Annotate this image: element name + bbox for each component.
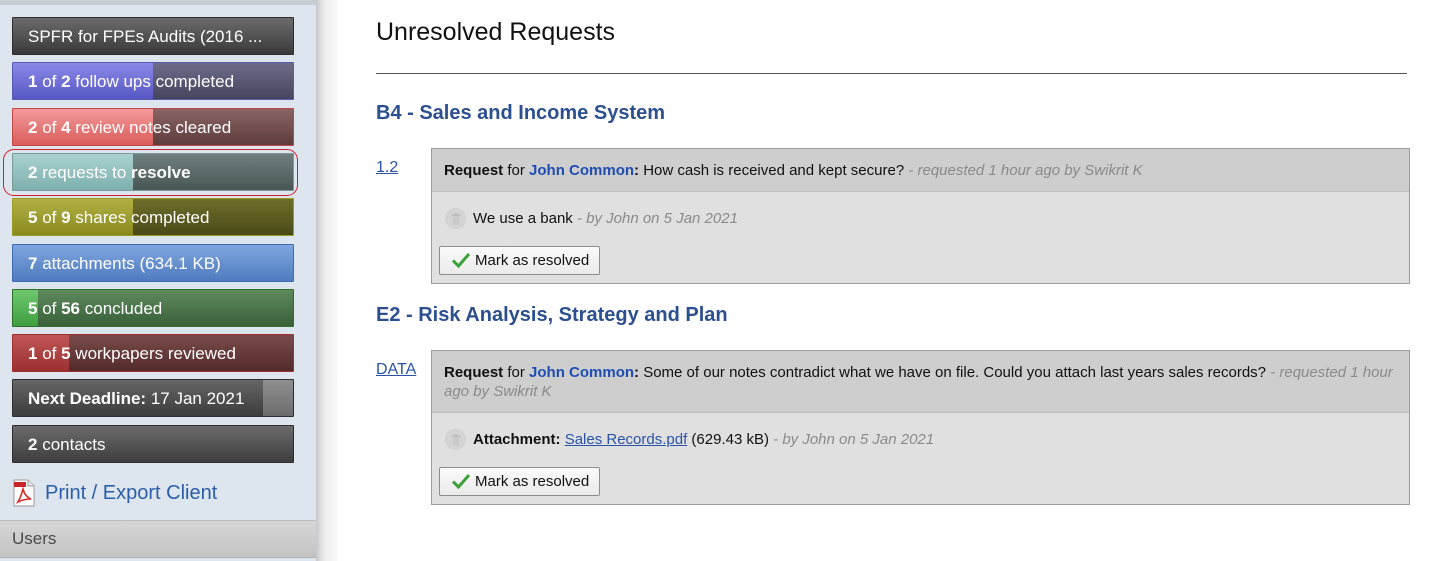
request-card: Request for John Common: How cash is rec… <box>431 148 1410 284</box>
request-for: for <box>503 364 530 381</box>
contacts-stat[interactable]: 2 contacts <box>12 425 294 463</box>
request-meta: - requested 1 hour ago by Swikrit K <box>904 162 1143 179</box>
sidebar-splitter[interactable] <box>317 0 337 561</box>
requests-to-resolve-stat[interactable]: 2 requests to resolve <box>12 153 294 191</box>
page-title: Unresolved Requests <box>376 18 616 46</box>
workpapers-stat[interactable]: 1 of 5 workpapers reviewed <box>12 334 294 372</box>
review-notes-label: 2 of 4 review notes cleared <box>28 118 232 137</box>
trash-icon <box>451 213 461 225</box>
attachment-file-link[interactable]: Sales Records.pdf <box>565 431 688 448</box>
requested-user-link[interactable]: John Common <box>529 162 634 179</box>
attachment-size: (629.43 kB) <box>687 431 769 448</box>
mark-as-resolved-label: Mark as resolved <box>475 252 590 269</box>
section-heading-e2: E2 - Risk Analysis, Strategy and Plan <box>376 304 728 326</box>
request-header: Request for John Common: How cash is rec… <box>432 149 1409 192</box>
delete-attachment-button[interactable] <box>445 429 466 450</box>
request-header: Request for John Common: Some of our not… <box>432 351 1409 413</box>
delete-reply-button[interactable] <box>445 208 466 229</box>
requests-label: 2 requests to resolve <box>28 163 191 182</box>
request-text: How cash is received and kept secure? <box>639 162 905 179</box>
print-export-link[interactable]: Print / Export Client <box>12 478 217 508</box>
users-section-label: Users <box>12 529 57 548</box>
shares-label: 5 of 9 shares completed <box>28 208 210 227</box>
reply-meta: - by John on 5 Jan 2021 <box>572 210 738 227</box>
workpaper-ref-link[interactable]: DATA <box>376 361 416 379</box>
workpaper-ref-link[interactable]: 1.2 <box>376 159 398 177</box>
mark-as-resolved-button[interactable]: Mark as resolved <box>439 246 600 275</box>
client-title-button[interactable]: SPFR for FPEs Audits (2016 ... <box>12 17 294 55</box>
follow-ups-stat[interactable]: 1 of 2 follow ups completed <box>12 62 294 100</box>
attachments-stat[interactable]: 7 attachments (634.1 KB) <box>12 244 294 282</box>
section-heading-b4: B4 - Sales and Income System <box>376 102 666 124</box>
deadline-remaining-bar <box>263 380 293 416</box>
title-divider <box>376 73 1407 74</box>
attachments-label: 7 attachments (634.1 KB) <box>28 254 221 273</box>
print-export-label: Print / Export Client <box>45 481 218 504</box>
concluded-stat[interactable]: 5 of 56 concluded <box>12 289 294 327</box>
shares-stat[interactable]: 5 of 9 shares completed <box>12 198 294 236</box>
request-card: Request for John Common: Some of our not… <box>431 350 1410 505</box>
request-prefix: Request <box>444 162 504 179</box>
request-for: for <box>503 162 530 179</box>
deadline-label: Next Deadline: 17 Jan 2021 <box>28 389 245 408</box>
next-deadline-stat[interactable]: Next Deadline: 17 Jan 2021 <box>12 379 294 417</box>
mark-as-resolved-label: Mark as resolved <box>475 473 590 490</box>
follow-ups-label: 1 of 2 follow ups completed <box>28 72 235 91</box>
workpapers-label: 1 of 5 workpapers reviewed <box>28 344 236 363</box>
contacts-label: 2 contacts <box>28 435 106 454</box>
check-icon <box>452 474 470 489</box>
client-title-label: SPFR for FPEs Audits (2016 ... <box>28 27 263 46</box>
request-text: Some of our notes contradict what we hav… <box>639 364 1267 381</box>
reply-text: We use a bank <box>473 210 573 227</box>
sidebar: SPFR for FPEs Audits (2016 ... 1 of 2 fo… <box>0 0 317 561</box>
pdf-icon <box>13 479 35 507</box>
request-prefix: Request <box>444 364 504 381</box>
review-notes-stat[interactable]: 2 of 4 review notes cleared <box>12 108 294 146</box>
attachment-label: Attachment: <box>473 431 561 448</box>
reply-row: We use a bank - by John on 5 Jan 2021 <box>432 199 1409 239</box>
concluded-label: 5 of 56 concluded <box>28 299 163 318</box>
check-icon <box>452 253 470 268</box>
mark-as-resolved-button[interactable]: Mark as resolved <box>439 467 600 496</box>
requested-user-link[interactable]: John Common <box>529 364 634 381</box>
trash-icon <box>451 434 461 446</box>
attachment-meta: - by John on 5 Jan 2021 <box>768 431 935 448</box>
sidebar-top-divider <box>0 0 316 5</box>
attachment-row: Attachment: Sales Records.pdf (629.43 kB… <box>432 420 1409 460</box>
users-section-header[interactable]: Users <box>0 520 316 558</box>
